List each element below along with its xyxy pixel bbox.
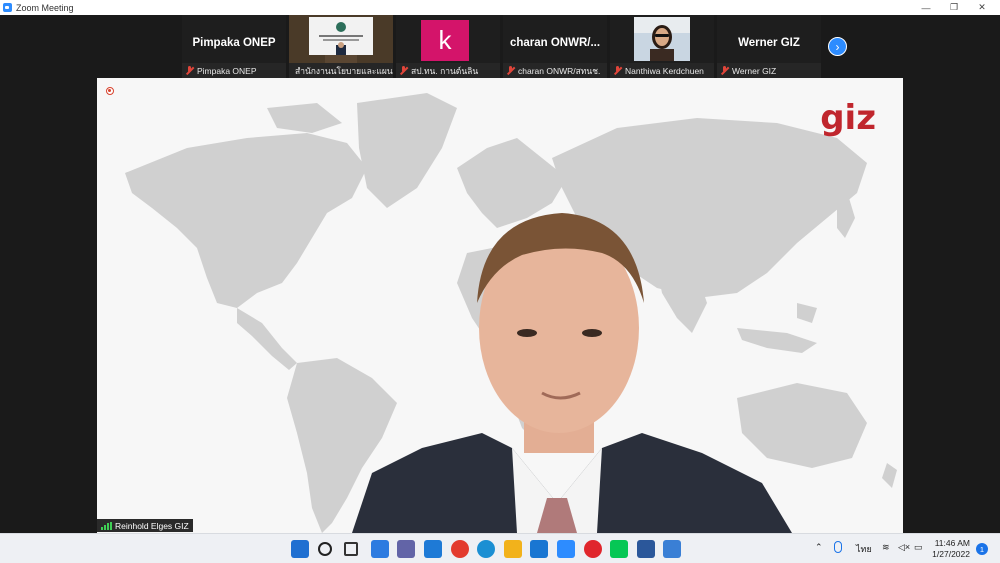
search-icon[interactable] xyxy=(318,542,332,556)
participant-name: Werner GIZ xyxy=(738,37,800,49)
clock-time: 11:46 AM xyxy=(934,538,970,548)
maximize-button[interactable]: ❐ xyxy=(940,0,968,15)
line-icon[interactable] xyxy=(610,540,628,558)
participant-tile[interactable]: สำนักงานนโยบายและแผนทรัพ... xyxy=(289,15,393,78)
opera-icon[interactable] xyxy=(584,540,602,558)
participant-label: Werner GIZ xyxy=(732,65,777,76)
widgets-icon[interactable] xyxy=(371,540,389,558)
participant-video-feed xyxy=(289,15,393,63)
mic-muted-icon xyxy=(399,66,408,75)
microphone-icon[interactable] xyxy=(834,541,842,553)
participant-footer: สำนักงานนโยบายและแผนทรัพ... xyxy=(289,63,393,78)
active-speaker-view: giz Reinhold Elges GIZ xyxy=(97,78,903,533)
mic-muted-icon xyxy=(185,66,194,75)
start-icon[interactable] xyxy=(291,540,309,558)
edge-icon[interactable] xyxy=(477,540,495,558)
connection-signal-icon xyxy=(101,521,112,530)
avatar-initial: k xyxy=(438,25,452,55)
battery-icon[interactable]: ▭ xyxy=(914,542,923,553)
participant-tile[interactable]: Nanthiwa Kerdchuen xyxy=(610,15,714,78)
task-view-icon[interactable] xyxy=(344,542,358,556)
participant-label: สำนักงานนโยบายและแผนทรัพ... xyxy=(295,65,393,76)
word-icon[interactable] xyxy=(637,540,655,558)
participant-label: charan ONWR/สทนช. xyxy=(518,65,601,76)
speaker-name: Reinhold Elges GIZ xyxy=(115,520,189,531)
participant-name: Pimpaka ONEP xyxy=(192,37,276,49)
close-button[interactable]: ✕ xyxy=(968,0,996,15)
participant-footer: สป.ทน. กานต์นลิน xyxy=(396,63,500,78)
mic-muted-icon xyxy=(613,66,622,75)
participant-footer: Werner GIZ xyxy=(717,63,821,78)
mail-icon[interactable] xyxy=(424,540,442,558)
mic-muted-icon xyxy=(506,66,515,75)
participant-video-feed xyxy=(610,15,714,63)
mic-muted-icon xyxy=(720,66,729,75)
participant-label: Pimpaka ONEP xyxy=(197,65,257,76)
next-page-button[interactable]: › xyxy=(828,37,847,56)
giz-logo: giz xyxy=(820,98,876,138)
participant-gallery-strip: Pimpaka ONEP Pimpaka ONEP สำนักงานนโยบาย… xyxy=(0,15,1000,78)
participant-footer: charan ONWR/สทนช. xyxy=(503,63,607,78)
speaker-video xyxy=(352,213,792,533)
participant-label: สป.ทน. กานต์นลิน xyxy=(411,65,479,76)
window-title-bar: Zoom Meeting — ❐ ✕ xyxy=(0,0,1000,15)
zoom-icon[interactable] xyxy=(557,540,575,558)
participant-footer: Nanthiwa Kerdchuen xyxy=(610,63,714,78)
participant-tile[interactable]: Pimpaka ONEP Pimpaka ONEP xyxy=(182,15,286,78)
notification-badge[interactable]: 1 xyxy=(976,543,988,555)
recording-indicator-icon xyxy=(106,87,114,95)
wifi-icon[interactable]: ≋ xyxy=(882,542,890,553)
file-explorer-icon[interactable] xyxy=(504,540,522,558)
minimize-button[interactable]: — xyxy=(912,0,940,15)
participant-name: charan ONWR/... xyxy=(509,37,601,49)
zoom-app-icon xyxy=(3,3,12,12)
teams-chat-icon[interactable] xyxy=(397,540,415,558)
show-hidden-icons-chevron-icon[interactable]: ⌃ xyxy=(815,542,823,553)
volume-muted-icon[interactable]: ◁× xyxy=(898,542,910,553)
snipping-tool-icon[interactable] xyxy=(663,540,681,558)
l-app-icon[interactable] xyxy=(530,540,548,558)
participant-tile[interactable]: charan ONWR/... charan ONWR/สทนช. xyxy=(503,15,607,78)
window-title: Zoom Meeting xyxy=(16,2,74,13)
participant-tile[interactable]: Werner GIZ Werner GIZ xyxy=(717,15,821,78)
active-speaker-label: Reinhold Elges GIZ xyxy=(97,519,193,532)
participant-tile[interactable]: k สป.ทน. กานต์นลิน xyxy=(396,15,500,78)
input-language[interactable]: ไทย xyxy=(856,542,872,556)
participant-label: Nanthiwa Kerdchuen xyxy=(625,65,704,76)
avatar: k xyxy=(421,20,469,61)
chevron-right-icon: › xyxy=(835,39,840,54)
clock-date: 1/27/2022 xyxy=(932,549,970,559)
participant-footer: Pimpaka ONEP xyxy=(182,63,286,78)
windows-taskbar: ⌃ ไทย ≋ ◁× ▭ 11:46 AM 1/27/2022 1 xyxy=(0,533,1000,563)
system-clock[interactable]: 11:46 AM 1/27/2022 xyxy=(932,538,970,560)
chrome-icon[interactable] xyxy=(451,540,469,558)
